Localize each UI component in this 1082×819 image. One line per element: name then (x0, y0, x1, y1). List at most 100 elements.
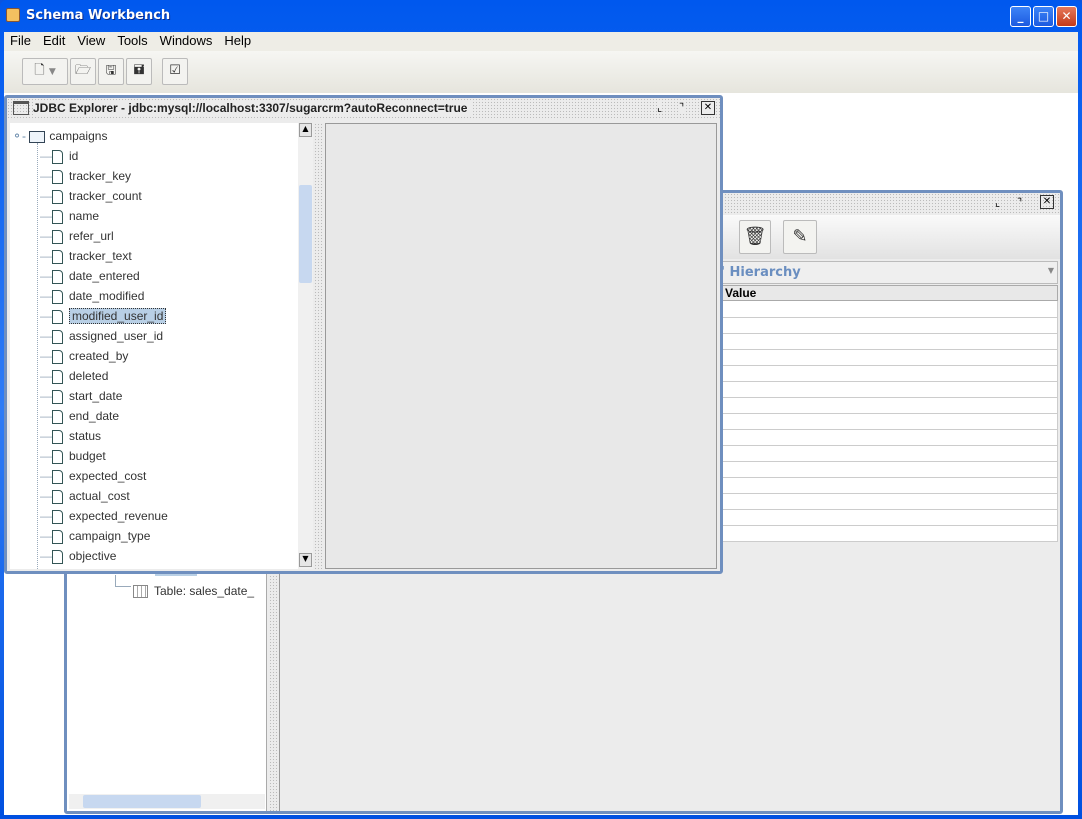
maximize-icon[interactable]: ⌝ (1017, 196, 1022, 209)
table-row[interactable] (720, 477, 1058, 494)
table-row[interactable] (720, 333, 1058, 350)
tree-item-column[interactable]: — end_date (40, 406, 119, 426)
file-icon (52, 429, 63, 444)
menu-help[interactable]: Help (218, 32, 257, 48)
column-label: tracker_count (69, 189, 142, 203)
close-icon[interactable]: ✕ (701, 101, 715, 115)
tree-item-column[interactable]: — date_entered (40, 266, 140, 286)
expand-handle-icon[interactable]: ⚬- (12, 129, 26, 143)
menu-bar: File Edit View Tools Windows Help (4, 32, 1078, 51)
tree-item-column[interactable]: — campaign_type (40, 526, 150, 546)
menu-edit[interactable]: Edit (37, 32, 71, 48)
table-row[interactable] (720, 461, 1058, 478)
tree-item-column[interactable]: — modified_user_id (40, 306, 167, 326)
tree-item-column[interactable]: — tracker_key (40, 166, 131, 186)
file-icon (52, 369, 63, 384)
window-icon (13, 101, 29, 115)
open-button[interactable]: 🗁 (70, 58, 96, 85)
tree-item-table[interactable]: Table: sales_date_ (133, 581, 255, 601)
tree-item-column[interactable]: — status (40, 426, 101, 446)
value-column-header[interactable]: Value (720, 285, 1058, 301)
splitter[interactable] (314, 123, 323, 569)
tree-item-column[interactable]: — created_by (40, 346, 128, 366)
menu-view[interactable]: View (71, 32, 111, 48)
table-row[interactable] (720, 493, 1058, 510)
tree-item-column[interactable]: — date_modified (40, 286, 144, 306)
column-label: tracker_text (69, 249, 132, 263)
close-button[interactable]: ✕ (1056, 6, 1077, 27)
save-as-icon: 🖬 (133, 63, 145, 78)
tree-item-column[interactable]: — start_date (40, 386, 122, 406)
scroll-down-icon[interactable]: ▼ (299, 553, 312, 567)
delete-button[interactable]: 🗑 (739, 220, 771, 254)
file-icon (52, 489, 63, 504)
tree-item-column[interactable]: — id (40, 146, 78, 166)
menu-windows[interactable]: Windows (154, 32, 219, 48)
tree-item-column[interactable]: — assigned_user_id (40, 326, 163, 346)
chevron-down-icon[interactable]: ▼ (1048, 266, 1054, 275)
tree-item-column[interactable]: — expected_revenue (40, 506, 168, 526)
file-icon (52, 549, 63, 564)
dropdown-icon[interactable]: ▼ (49, 67, 56, 77)
table-row[interactable] (720, 317, 1058, 334)
table-row[interactable] (720, 445, 1058, 462)
new-schema-button[interactable]: 🗋 ▼ (22, 58, 68, 85)
horizontal-scrollbar[interactable] (69, 794, 265, 809)
app-title: Schema Workbench (26, 8, 171, 23)
vertical-scrollbar[interactable]: ▲ ▼ (298, 123, 313, 569)
toolbar: 🗋 ▼ 🗁 🖫 🖬 ☑ (4, 51, 1078, 93)
edit-button[interactable]: ✎ (783, 220, 817, 254)
file-icon (52, 289, 63, 304)
tree-item-column[interactable]: — objective (40, 546, 116, 566)
jdbc-tree[interactable]: ⚬- campaigns — id — tracker_key — tracker_cou… (10, 123, 298, 569)
minimize-icon[interactable]: ⌞ (995, 196, 1000, 209)
tree-item-column[interactable]: — actual_cost (40, 486, 130, 506)
table-row[interactable] (720, 397, 1058, 414)
table-row[interactable] (720, 365, 1058, 382)
table-row[interactable] (720, 301, 1058, 318)
scroll-thumb[interactable] (83, 795, 201, 808)
column-label: actual_cost (69, 489, 130, 503)
properties-table (720, 301, 1058, 542)
combo-value: ' Hierarchy (721, 265, 801, 280)
file-icon (52, 329, 63, 344)
save-button[interactable]: 🖫 (98, 58, 124, 85)
table-row[interactable] (720, 429, 1058, 446)
column-label: name (69, 209, 100, 223)
table-row[interactable] (720, 525, 1058, 542)
jdbc-detail-pane (325, 123, 717, 569)
new-icon: 🗋 (34, 63, 45, 78)
hierarchy-combo[interactable]: ' Hierarchy ▼ (720, 261, 1058, 284)
close-icon[interactable]: ✕ (1040, 195, 1054, 209)
table-row[interactable] (720, 381, 1058, 398)
file-icon (52, 149, 63, 164)
scroll-thumb[interactable] (299, 185, 312, 283)
tree-item-column[interactable]: — refer_url (40, 226, 114, 246)
maximize-icon[interactable]: ⌝ (679, 101, 685, 114)
tree-item-column[interactable]: — expected_cost (40, 466, 146, 486)
save-icon: 🖫 (105, 63, 117, 78)
table-row[interactable] (720, 413, 1058, 430)
table-row[interactable] (720, 349, 1058, 366)
preferences-button[interactable]: ☑ (162, 58, 188, 85)
title-bar: Schema Workbench (0, 0, 1082, 32)
column-label: status (69, 429, 102, 443)
tree-item-column[interactable]: — budget (40, 446, 106, 466)
save-as-button[interactable]: 🖬 (126, 58, 152, 85)
tree-root-campaigns[interactable]: ⚬- campaigns (12, 126, 107, 146)
minimize-icon[interactable]: ⌞ (657, 101, 663, 114)
jdbc-title-bar[interactable]: JDBC Explorer - jdbc:mysql://localhost:3… (7, 98, 720, 120)
menu-file[interactable]: File (4, 32, 37, 48)
table-row[interactable] (720, 509, 1058, 526)
minimize-button[interactable]: _ (1010, 6, 1031, 27)
tree-item-column[interactable]: — tracker_count (40, 186, 142, 206)
file-icon (52, 249, 63, 264)
tree-item-label: Table: sales_date_ (154, 584, 255, 598)
menu-tools[interactable]: Tools (111, 32, 153, 48)
maximize-button[interactable]: □ (1033, 6, 1054, 27)
tree-line (37, 143, 38, 569)
tree-item-column[interactable]: — tracker_text (40, 246, 132, 266)
tree-item-column[interactable]: — name (40, 206, 99, 226)
tree-item-column[interactable]: — deleted (40, 366, 108, 386)
scroll-up-icon[interactable]: ▲ (299, 123, 312, 137)
